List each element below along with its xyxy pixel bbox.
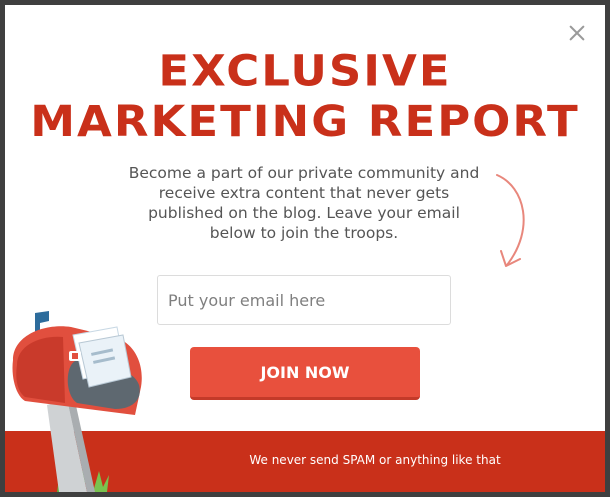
description: Become a part of our private community a… xyxy=(128,164,480,242)
email-field[interactable] xyxy=(157,275,451,325)
popup-modal: EXCLUSIVE MARKETING REPORT Become a part… xyxy=(5,5,605,492)
title-line1: EXCLUSIVE xyxy=(158,45,452,96)
arrow-icon xyxy=(496,174,525,267)
footer-text: We never send SPAM or anything like that xyxy=(249,453,501,467)
title-line2: MARKETING REPORT xyxy=(30,96,580,147)
close-icon[interactable] xyxy=(567,23,587,43)
mailbox-illustration xyxy=(12,311,142,492)
join-now-button[interactable]: JOIN NOW xyxy=(190,347,420,400)
